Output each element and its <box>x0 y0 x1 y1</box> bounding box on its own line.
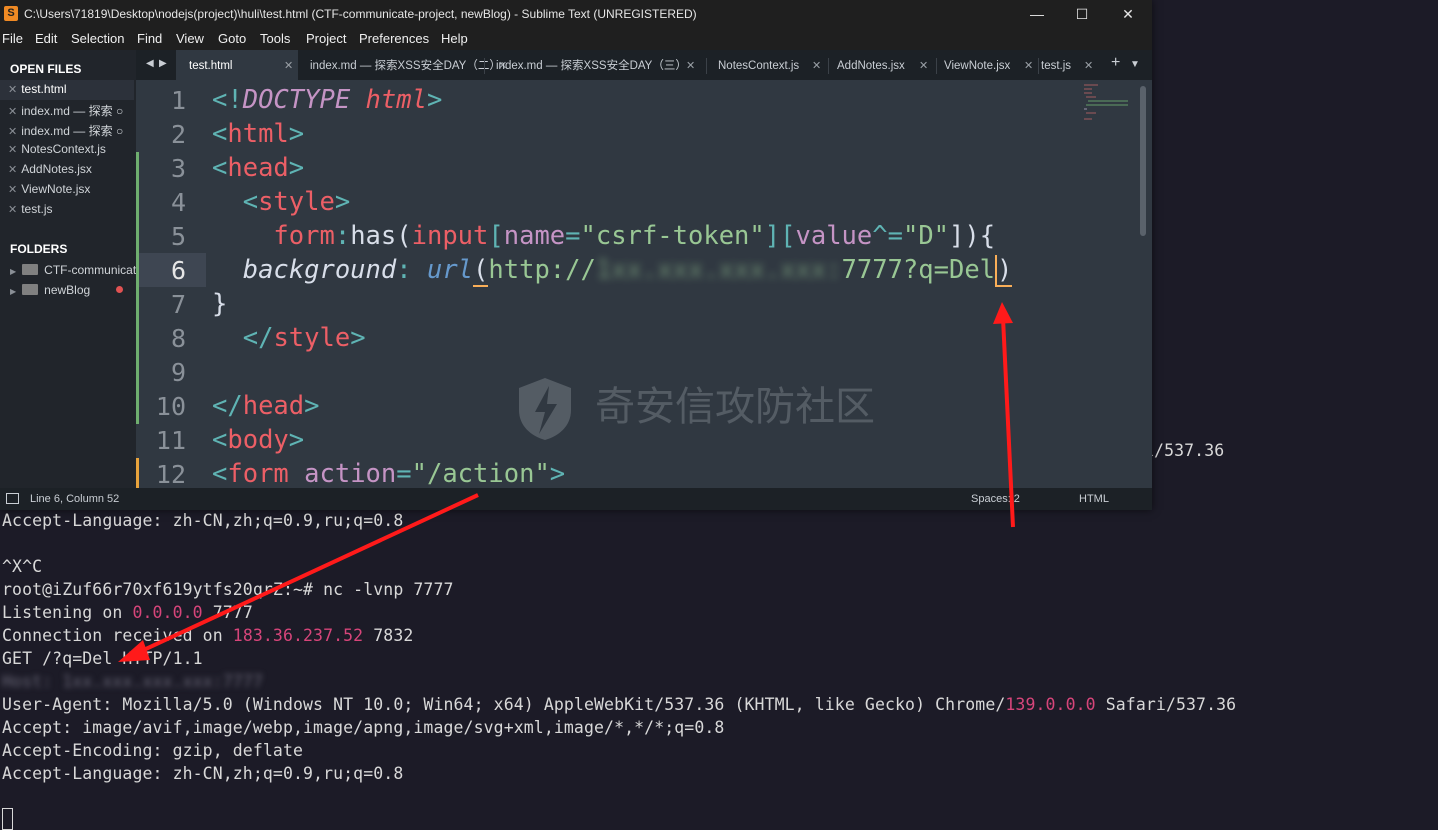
arrow-to-payload <box>993 302 1015 528</box>
annotation-arrows <box>118 302 1015 662</box>
arrow-to-get-request <box>118 493 479 662</box>
